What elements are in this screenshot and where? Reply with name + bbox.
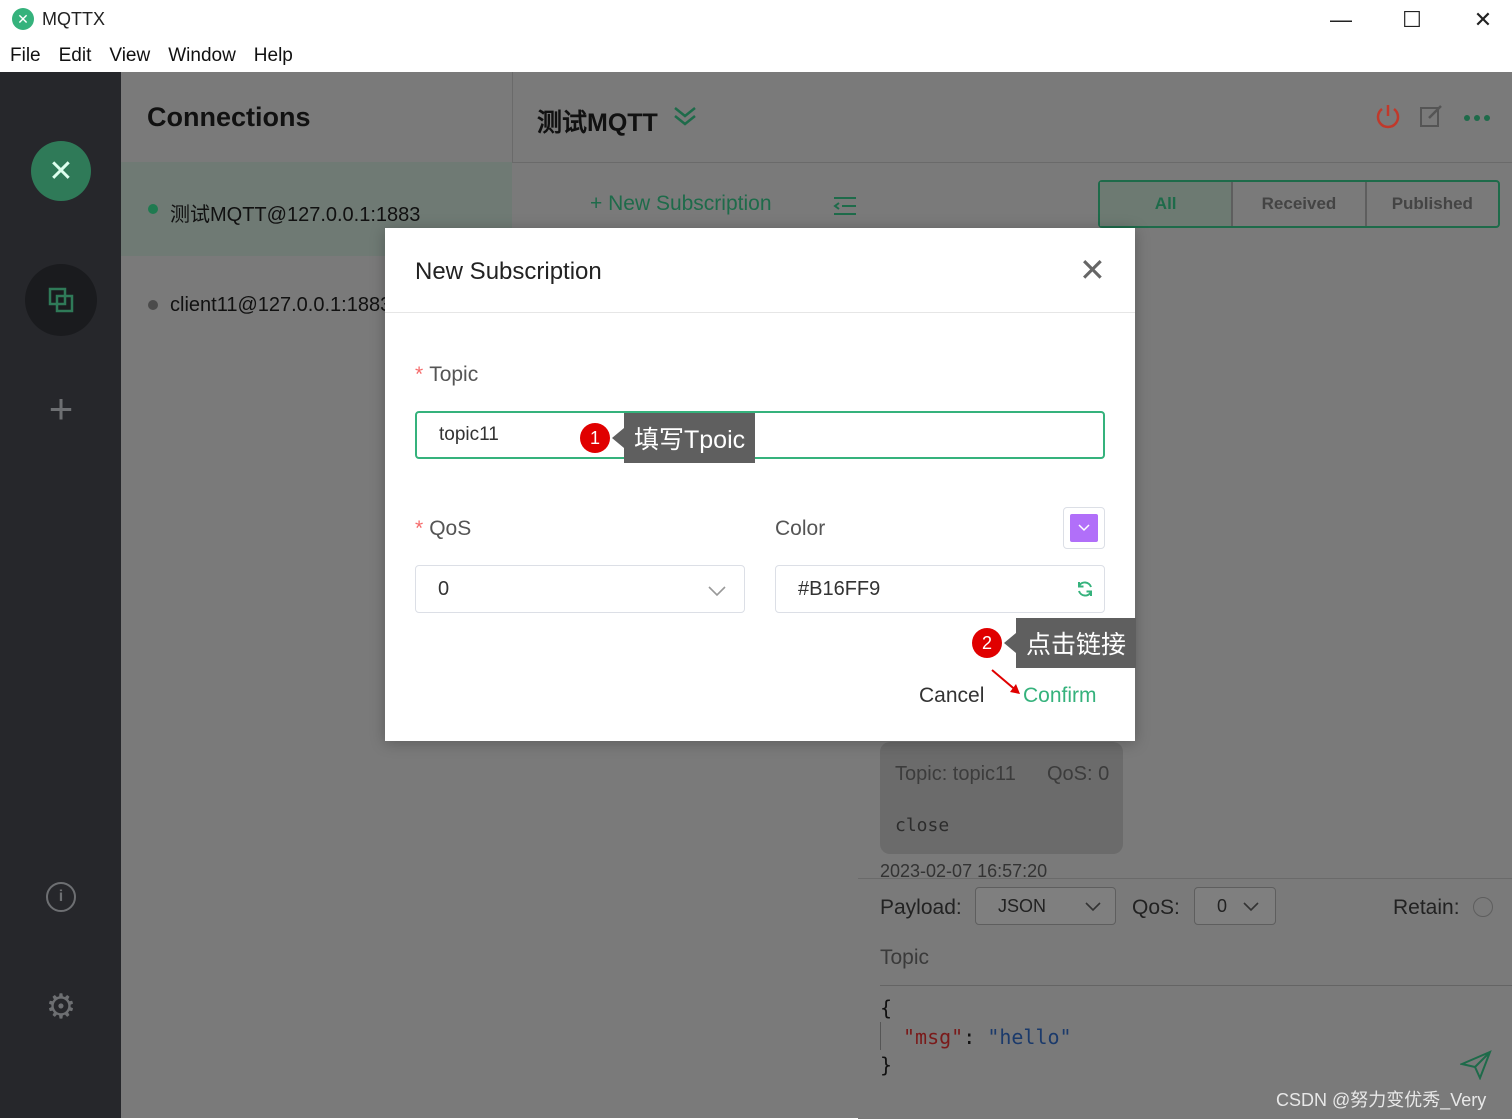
minimize-button[interactable]: — <box>1306 0 1376 40</box>
status-dot-connected <box>148 204 158 214</box>
composer-qos-value: 0 <box>1217 895 1228 916</box>
menu-help[interactable]: Help <box>254 45 293 67</box>
topic-field-label: * Topic <box>415 363 478 387</box>
payload-label: Payload: <box>880 896 962 919</box>
close-icon[interactable]: ✕ <box>1079 254 1106 286</box>
more-icon[interactable] <box>1463 110 1491 128</box>
message-topic: Topic: topic11 <box>895 763 1016 785</box>
refresh-icon[interactable] <box>1076 580 1094 598</box>
chevron-down-icon <box>1078 524 1090 532</box>
color-field-label: Color <box>775 517 826 540</box>
composer-divider <box>880 985 1512 986</box>
app-logo-icon: ✕ <box>12 8 34 30</box>
dialog-divider <box>385 312 1135 313</box>
menu-file[interactable]: File <box>10 45 41 67</box>
maximize-button[interactable]: ☐ <box>1377 0 1447 40</box>
color-swatch <box>1070 514 1098 542</box>
menu-window[interactable]: Window <box>168 45 236 67</box>
callout-pointer <box>1004 633 1016 653</box>
callout-pointer <box>612 428 624 448</box>
payload-format-select[interactable]: JSON <box>975 887 1116 925</box>
connection-header <box>512 72 1512 163</box>
topic-label-text: Topic <box>429 363 479 386</box>
retain-checkbox[interactable] <box>1473 897 1493 917</box>
color-picker-button[interactable] <box>1063 507 1105 549</box>
code-colon: : <box>963 1025 988 1049</box>
annotation-arrow <box>988 668 1028 703</box>
annotation-callout: 填写Tpoic <box>624 413 756 463</box>
connections-glyph <box>48 287 74 313</box>
info-icon[interactable]: i <box>46 882 76 912</box>
qos-label-text: QoS <box>429 517 472 540</box>
chevron-down-icon <box>708 586 726 597</box>
connection-item-label[interactable]: client11@127.0.0.1:1883 <box>170 294 391 317</box>
connections-icon[interactable] <box>25 264 97 336</box>
retain-label: Retain: <box>1393 896 1460 919</box>
code-value: "hello" <box>987 1025 1072 1049</box>
qos-field-label: * QoS <box>415 517 471 541</box>
new-subscription-button[interactable]: + New Subscription <box>590 192 772 216</box>
close-window-button[interactable]: ✕ <box>1448 0 1512 40</box>
connection-item-label[interactable]: 测试MQTT@127.0.0.1:1883 <box>170 198 420 227</box>
settings-icon[interactable]: ⚙ <box>44 990 78 1024</box>
chevron-down-icon <box>1243 902 1259 912</box>
send-icon[interactable] <box>1458 1050 1492 1085</box>
payload-code-line[interactable]: } <box>880 1053 892 1077</box>
composer-topic-input[interactable]: Topic <box>880 946 929 970</box>
menu-view[interactable]: View <box>109 45 150 67</box>
annotation-badge: 2 <box>972 628 1002 658</box>
disconnect-icon[interactable] <box>1374 102 1402 135</box>
menu-bar: File Edit View Window Help <box>0 40 1512 72</box>
color-input[interactable]: #B16FF9 <box>775 565 1105 613</box>
topic-input[interactable] <box>415 411 1105 459</box>
message-payload: close <box>895 815 950 836</box>
filter-received-tab[interactable]: Received <box>1231 182 1364 226</box>
qos-label: QoS: <box>1132 896 1180 919</box>
mqttx-logo-icon: ✕ <box>31 141 91 201</box>
composer-qos-select[interactable]: 0 <box>1194 887 1276 925</box>
title-bar: ✕ MQTTX — ☐ ✕ <box>0 0 1512 40</box>
color-input-value: #B16FF9 <box>798 577 881 600</box>
chevron-down-icon <box>1085 902 1101 912</box>
payload-code-line[interactable]: "msg": "hello" <box>903 1025 1072 1049</box>
status-dot-disconnected <box>148 300 158 310</box>
qos-select-value: 0 <box>438 577 450 600</box>
connection-name: 测试MQTT <box>537 109 658 137</box>
cancel-button[interactable]: Cancel <box>919 684 984 708</box>
collapse-chevron-icon[interactable] <box>672 104 698 133</box>
connections-title: Connections <box>147 102 311 132</box>
payload-code-line[interactable]: { <box>880 996 892 1020</box>
payload-format-value: JSON <box>998 895 1047 916</box>
required-marker: * <box>415 363 424 386</box>
edit-icon[interactable] <box>1418 103 1444 134</box>
filter-all-tab[interactable]: All <box>1100 182 1232 226</box>
watermark: CSDN @努力变优秀_Very <box>1276 1090 1487 1110</box>
annotation-badge: 1 <box>580 423 610 453</box>
window-title: MQTTX <box>42 9 105 29</box>
code-indent-guide <box>880 1022 881 1050</box>
sidebar <box>0 72 121 1118</box>
message-qos: QoS: 0 <box>1047 763 1110 785</box>
filter-published-tab[interactable]: Published <box>1364 182 1498 226</box>
message-filter: All Received Published <box>1098 180 1500 228</box>
required-marker: * <box>415 517 424 540</box>
add-connection-icon[interactable]: + <box>40 388 82 430</box>
annotation-callout: 点击链接 <box>1016 618 1137 668</box>
code-key: "msg" <box>903 1025 964 1049</box>
message-bubble <box>880 742 1123 854</box>
confirm-button[interactable]: Confirm <box>1023 684 1097 708</box>
collapse-list-icon[interactable] <box>832 194 858 223</box>
qos-select[interactable]: 0 <box>415 565 745 613</box>
menu-edit[interactable]: Edit <box>59 45 92 67</box>
dialog-title: New Subscription <box>415 258 602 285</box>
